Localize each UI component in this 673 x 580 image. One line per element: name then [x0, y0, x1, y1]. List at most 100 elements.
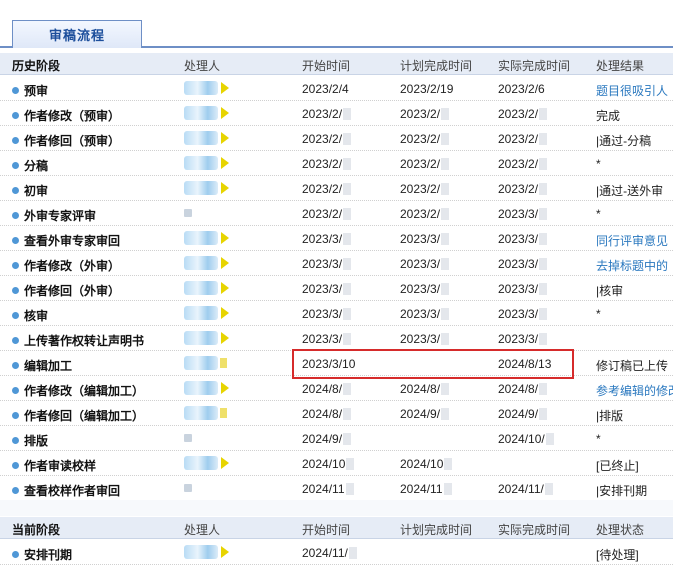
play-arrow-icon[interactable] — [221, 382, 229, 394]
handler-cell — [184, 428, 226, 448]
stage-cell[interactable]: 排版 — [12, 432, 48, 449]
planned-time: 2023/3/ — [400, 257, 450, 271]
result-cell: |通过-送外审 — [596, 184, 664, 198]
stage-cell[interactable]: 查看外审专家审回 — [12, 232, 120, 249]
handler-cell — [184, 128, 229, 148]
planned-time: 2023/2/ — [400, 207, 450, 221]
tab-bar: 审稿流程 — [0, 0, 673, 48]
play-arrow-icon[interactable] — [221, 132, 229, 144]
start-time: 2023/2/ — [302, 157, 352, 171]
stage-cell[interactable]: 作者修改（编辑加工） — [12, 382, 144, 399]
play-arrow-icon[interactable] — [221, 457, 229, 469]
play-arrow-icon[interactable] — [221, 82, 229, 94]
handler-cell — [184, 378, 229, 398]
stage-name: 查看外审专家审回 — [24, 234, 121, 248]
result-cell: [已终止] — [596, 459, 639, 473]
current-table-header: 当前阶段 处理人 开始时间 计划完成时间 实际完成时间 处理状态 — [0, 517, 673, 539]
stage-cell[interactable]: 核审 — [12, 307, 48, 324]
bullet-icon — [12, 262, 19, 269]
stage-name: 上传著作权转让声明书 — [24, 334, 145, 348]
redacted-handler — [184, 256, 218, 270]
header-stage: 历史阶段 — [12, 59, 61, 73]
stage-cell[interactable]: 作者修改（外审） — [12, 257, 120, 274]
result-cell: [待处理] — [596, 548, 639, 562]
result-cell[interactable]: 去掉标题中的 — [596, 257, 668, 274]
result-cell: |安排刊期 — [596, 484, 648, 498]
handler-cell — [184, 153, 229, 173]
stage-cell[interactable]: 初审 — [12, 182, 48, 199]
start-time: 2024/11/ — [302, 546, 357, 560]
stage-name: 作者修回（编辑加工） — [24, 409, 145, 423]
tab-review-process[interactable]: 审稿流程 — [12, 20, 142, 48]
stage-cell[interactable]: 上传著作权转让声明书 — [12, 332, 144, 349]
header-handler: 处理人 — [184, 523, 221, 537]
handler-cell — [184, 178, 229, 198]
redacted-handler — [184, 331, 218, 345]
redacted-handler — [184, 406, 218, 420]
actual-time: 2023/2/ — [498, 107, 548, 121]
planned-time: 2023/2/19 — [400, 82, 454, 96]
redacted-handler — [184, 545, 218, 559]
actual-time: 2024/8/ — [498, 382, 548, 396]
redacted-handler — [184, 381, 218, 395]
start-time: 2023/3/ — [302, 257, 352, 271]
bullet-icon — [12, 362, 19, 369]
table-row: 查看外审专家审回 2023/3/2023/3/2023/3/同行评审意见 — [0, 226, 673, 251]
planned-time: 2023/2/ — [400, 182, 450, 196]
play-arrow-icon[interactable] — [221, 157, 229, 169]
start-time: 2024/11 — [302, 482, 354, 496]
stage-cell[interactable]: 作者修回（编辑加工） — [12, 407, 144, 424]
stage-cell[interactable]: 作者修改（预审） — [12, 107, 120, 124]
play-arrow-icon[interactable] — [221, 282, 229, 294]
play-arrow-icon[interactable] — [221, 257, 229, 269]
marker-icon — [220, 408, 227, 418]
result-cell[interactable]: 参考编辑的修改 — [596, 382, 673, 399]
header-result: 处理结果 — [596, 59, 645, 73]
stage-cell[interactable]: 作者修回（预审） — [12, 132, 120, 149]
stage-cell[interactable]: 作者审读校样 — [12, 457, 96, 474]
start-time: 2023/2/ — [302, 207, 352, 221]
actual-time: 2023/3/ — [498, 332, 548, 346]
handler-cell — [184, 78, 229, 98]
play-arrow-icon[interactable] — [221, 332, 229, 344]
result-cell: 修订稿已上传 — [596, 359, 669, 373]
stage-name: 核审 — [24, 309, 49, 323]
start-time: 2023/2/ — [302, 182, 352, 196]
handler-cell — [184, 203, 226, 223]
header-stage: 当前阶段 — [12, 523, 61, 537]
actual-time: 2023/2/6 — [498, 82, 545, 96]
stage-cell[interactable]: 查看校样作者审回 — [12, 482, 120, 499]
start-time: 2024/8/ — [302, 382, 352, 396]
result-cell[interactable]: 题目很吸引人 — [596, 82, 668, 99]
result-cell[interactable]: 同行评审意见 — [596, 232, 668, 249]
planned-time: 2024/10 — [400, 457, 453, 471]
stage-cell[interactable]: 编辑加工 — [12, 357, 72, 374]
start-time: 2023/3/ — [302, 332, 352, 346]
play-arrow-icon[interactable] — [221, 307, 229, 319]
start-time: 2023/2/ — [302, 132, 352, 146]
play-arrow-icon[interactable] — [221, 182, 229, 194]
redacted-handler — [184, 181, 218, 195]
result-cell: * — [596, 432, 601, 446]
stage-cell[interactable]: 作者修回（外审） — [12, 282, 120, 299]
play-arrow-icon[interactable] — [221, 107, 229, 119]
handler-cell — [184, 253, 229, 273]
handler-cell — [184, 542, 229, 562]
stage-name: 外审专家评审 — [24, 209, 97, 223]
stage-cell[interactable]: 分稿 — [12, 157, 48, 174]
stage-cell[interactable]: 安排刊期 — [12, 546, 72, 563]
planned-time: 2023/3/ — [400, 307, 450, 321]
bullet-icon — [12, 337, 19, 344]
table-row: 作者修回（预审） 2023/2/2023/2/2023/2/ |通过-分稿 — [0, 126, 673, 151]
play-arrow-icon[interactable] — [221, 546, 229, 558]
stage-cell[interactable]: 预审 — [12, 82, 48, 99]
play-arrow-icon[interactable] — [221, 232, 229, 244]
bullet-icon — [12, 387, 19, 394]
table-row: 作者审读校样 2024/10 2024/10 [已终止] — [0, 451, 673, 476]
redacted-handler — [184, 306, 218, 320]
handler-cell — [184, 478, 226, 498]
highlight-box — [292, 349, 574, 379]
stage-cell[interactable]: 外审专家评审 — [12, 207, 96, 224]
handler-cell — [184, 103, 229, 123]
bullet-icon — [12, 137, 19, 144]
